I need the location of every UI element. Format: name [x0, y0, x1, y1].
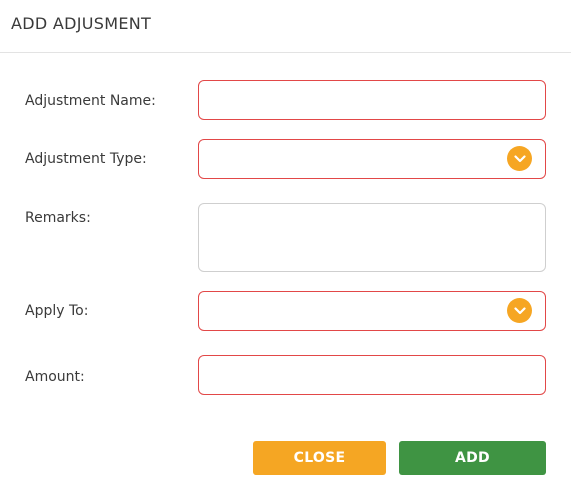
adjustment-type-select[interactable] [198, 139, 546, 179]
remarks-textarea[interactable] [198, 203, 546, 272]
apply-to-label: Apply To: [25, 303, 89, 319]
add-button[interactable]: ADD [399, 441, 546, 475]
chevron-down-icon[interactable] [507, 298, 532, 323]
add-adjustment-dialog: ADD ADJUSMENT Adjustment Name: Adjustmen… [0, 0, 571, 500]
amount-input[interactable] [198, 355, 546, 395]
adjustment-name-label: Adjustment Name: [25, 93, 156, 109]
adjustment-name-input[interactable] [198, 80, 546, 120]
close-button[interactable]: CLOSE [253, 441, 386, 475]
apply-to-select[interactable] [198, 291, 546, 331]
chevron-down-icon[interactable] [507, 146, 532, 171]
remarks-label: Remarks: [25, 210, 91, 226]
adjustment-type-value[interactable] [198, 139, 546, 179]
dialog-title: ADD ADJUSMENT [11, 14, 152, 33]
adjustment-type-label: Adjustment Type: [25, 151, 147, 167]
apply-to-value[interactable] [198, 291, 546, 331]
amount-label: Amount: [25, 369, 85, 385]
dialog-header: ADD ADJUSMENT [0, 0, 571, 53]
